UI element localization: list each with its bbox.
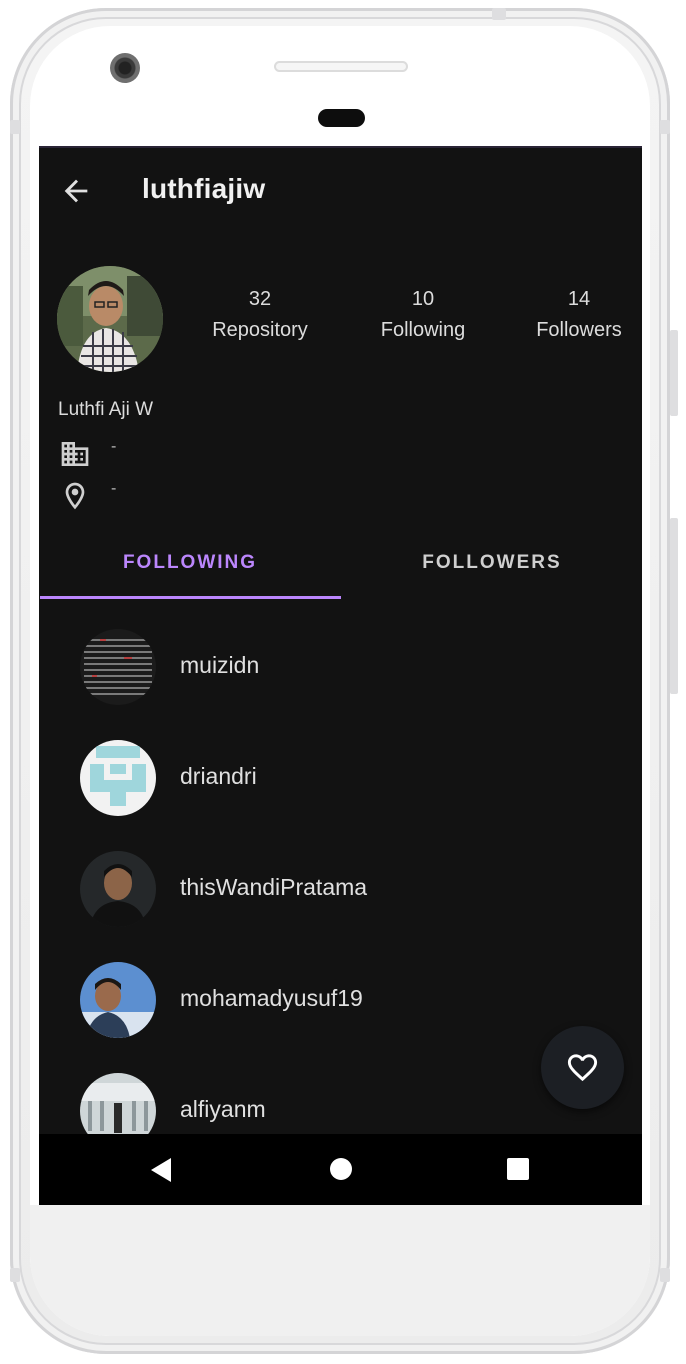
stat-followers: 14 Followers xyxy=(509,284,642,346)
profile-avatar xyxy=(57,266,163,372)
left-edge-accent-bottom xyxy=(10,1268,20,1282)
user-login: driandri xyxy=(180,763,257,789)
power-button xyxy=(492,8,506,20)
volume-button xyxy=(670,330,678,416)
favorite-button[interactable] xyxy=(541,1026,624,1109)
stat-value: 14 xyxy=(567,288,591,310)
heart-outline-icon xyxy=(567,1054,598,1082)
app-screen: luthfiajiw 32 Repository 10 Following 14… xyxy=(39,146,642,1205)
back-button[interactable] xyxy=(59,174,93,208)
company-value: - xyxy=(111,438,117,455)
stat-label: Followers xyxy=(536,319,622,341)
user-login: muizidn xyxy=(180,652,260,678)
front-camera xyxy=(110,53,140,83)
volume-button-lower xyxy=(670,518,678,694)
stat-label: Following xyxy=(380,319,466,341)
profile-full-name: Luthfi Aji W xyxy=(58,399,154,420)
location-pin-icon xyxy=(65,482,85,510)
tab-following[interactable]: FOLLOWING xyxy=(39,532,341,598)
tab-followers[interactable]: FOLLOWERS xyxy=(341,532,642,598)
stat-repository: 32 Repository xyxy=(190,284,330,346)
arrow-left-icon xyxy=(64,179,88,203)
phone-chin xyxy=(30,1205,650,1336)
building-icon xyxy=(61,442,89,466)
stat-label: Repository xyxy=(212,319,308,341)
stat-following: 10 Following xyxy=(353,284,493,346)
nav-back-icon[interactable] xyxy=(149,1157,173,1183)
tab-indicator xyxy=(40,596,341,599)
toolbar: luthfiajiw xyxy=(39,146,642,236)
user-login: alfiyanm xyxy=(180,1096,266,1122)
tab-bar: FOLLOWING FOLLOWERS xyxy=(39,532,642,600)
system-nav-bar xyxy=(39,1134,642,1205)
user-avatar xyxy=(80,851,156,927)
right-edge-accent xyxy=(660,120,670,134)
list-item[interactable]: driandri xyxy=(39,723,642,834)
page-title: luthfiajiw xyxy=(142,173,266,204)
user-login: thisWandiPratama xyxy=(180,874,368,900)
list-item[interactable]: thisWandiPratama xyxy=(39,834,642,945)
user-login: mohamadyusuf19 xyxy=(180,985,363,1011)
nav-home-icon[interactable] xyxy=(330,1158,352,1180)
user-avatar xyxy=(80,962,156,1038)
user-avatar xyxy=(80,629,156,705)
list-item[interactable]: muizidn xyxy=(39,612,642,723)
nav-recents-icon[interactable] xyxy=(507,1158,529,1180)
left-edge-accent xyxy=(10,120,20,134)
earpiece-speaker xyxy=(274,61,408,72)
proximity-sensor xyxy=(318,109,365,127)
user-avatar xyxy=(80,740,156,816)
stat-value: 32 xyxy=(248,288,272,310)
location-value: - xyxy=(111,480,117,497)
stat-value: 10 xyxy=(411,288,435,310)
right-edge-accent-bottom xyxy=(660,1268,670,1282)
